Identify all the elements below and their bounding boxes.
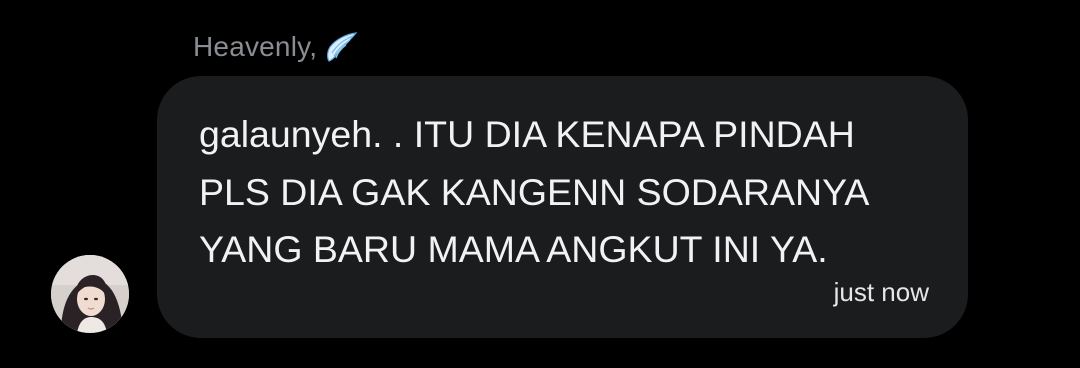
message-timestamp: just now — [833, 277, 929, 307]
angel-wing-icon — [325, 30, 359, 64]
message-text-line: galaunyeh. . ITU DIA KENAPA PINDAH — [199, 113, 855, 155]
sender-header: Heavenly, — [193, 30, 359, 64]
sender-name[interactable]: Heavenly, — [193, 31, 317, 63]
message-text-line: PLS DIA GAK KANGENN SODARANYA — [199, 171, 870, 213]
avatar[interactable] — [51, 255, 129, 333]
message-text-line: YANG BARU MAMA ANGKUT INI YA. — [199, 228, 828, 270]
message-bubble[interactable]: galaunyeh. . ITU DIA KENAPA PINDAH PLS D… — [157, 76, 968, 338]
